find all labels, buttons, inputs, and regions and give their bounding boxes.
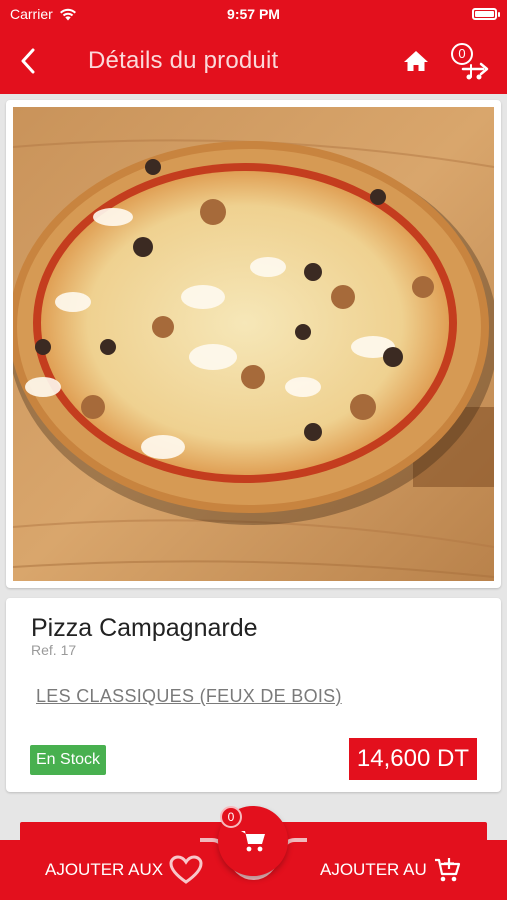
add-to-cart-label: AJOUTER AU [320,860,427,879]
wifi-icon [59,8,76,20]
add-to-favorites-button[interactable]: AJOUTER AUX [45,840,203,900]
cart-arrow-icon [461,62,489,80]
product-ref: Ref. 17 [31,642,77,658]
header-bar: Détails du produit 0 [0,28,507,94]
add-to-cart-button[interactable]: AJOUTER AU [320,840,461,900]
center-cart-count: 0 [220,806,242,828]
cart-plus-icon [434,858,460,882]
product-image [13,107,494,581]
status-time: 9:57 PM [227,6,280,22]
home-button[interactable] [401,46,431,76]
cart-icon [241,831,265,852]
product-name: Pizza Campagnarde [31,614,258,642]
back-button[interactable] [0,28,56,94]
stock-badge: En Stock [30,745,107,775]
heart-icon [169,855,203,884]
page-title: Détails du produit [88,47,279,74]
status-bar: Carrier 9:57 PM [0,0,507,28]
product-info-card: Pizza Campagnarde Ref. 17 LES CLASSIQUES… [6,598,501,792]
product-category-link[interactable]: LES CLASSIQUES (FEUX DE BOIS) [36,686,342,707]
add-to-favorites-label: AJOUTER AUX [45,860,164,879]
carrier-label: Carrier [10,6,53,22]
battery-icon [472,8,500,20]
chevron-left-icon [21,48,35,74]
price-tag: 14,600 DT [348,738,477,780]
product-image-card [6,100,501,588]
header-cart-button[interactable]: 0 [449,39,493,83]
home-icon [404,51,428,71]
